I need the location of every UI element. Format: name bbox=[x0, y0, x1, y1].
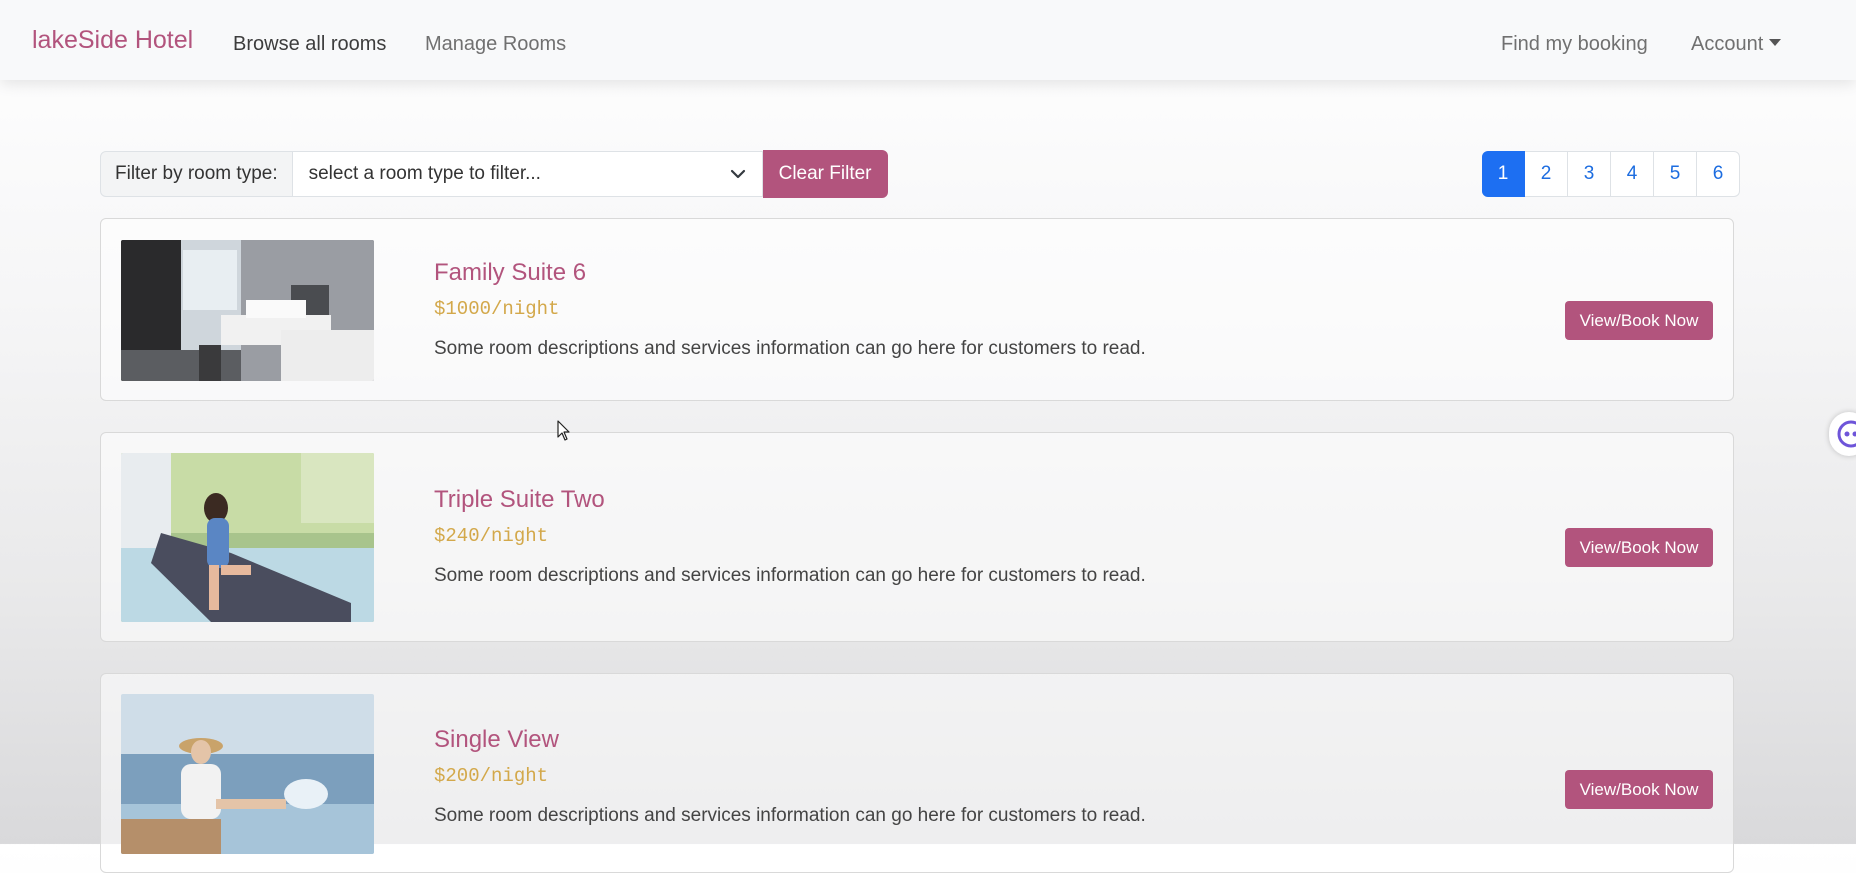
chevron-down-icon bbox=[730, 169, 746, 179]
brand-logo[interactable]: lakeSide Hotel bbox=[32, 26, 193, 55]
page-1-button[interactable]: 1 bbox=[1482, 151, 1525, 197]
room-photo bbox=[121, 240, 374, 381]
nav-manage-rooms[interactable]: Manage Rooms bbox=[425, 33, 566, 56]
room-title[interactable]: Family Suite 6 bbox=[434, 259, 586, 287]
room-description: Some room descriptions and services info… bbox=[434, 805, 1146, 827]
filter-label: Filter by room type: bbox=[100, 151, 293, 197]
room-type-select-value: select a room type to filter... bbox=[309, 163, 541, 185]
chat-widget-icon[interactable] bbox=[1829, 412, 1856, 456]
nav-find-booking[interactable]: Find my booking bbox=[1501, 33, 1648, 56]
nav-account-dropdown[interactable]: Account bbox=[1691, 33, 1781, 56]
pagination: 1 2 3 4 5 6 bbox=[1482, 151, 1740, 197]
room-card: Triple Suite Two $240/night Some room de… bbox=[100, 432, 1734, 642]
room-price: $240/night bbox=[434, 525, 548, 547]
room-type-select[interactable]: select a room type to filter... bbox=[293, 151, 763, 197]
room-price: $1000/night bbox=[434, 298, 559, 320]
page-6-button[interactable]: 6 bbox=[1697, 151, 1740, 197]
page-3-button[interactable]: 3 bbox=[1568, 151, 1611, 197]
view-book-button[interactable]: View/Book Now bbox=[1565, 528, 1713, 567]
room-title[interactable]: Triple Suite Two bbox=[434, 486, 605, 514]
room-description: Some room descriptions and services info… bbox=[434, 565, 1146, 587]
account-label: Account bbox=[1691, 33, 1763, 55]
page-2-button[interactable]: 2 bbox=[1525, 151, 1568, 197]
view-book-button[interactable]: View/Book Now bbox=[1565, 770, 1713, 809]
room-card: Single View $200/night Some room descrip… bbox=[100, 673, 1734, 873]
top-navbar: lakeSide Hotel Browse all rooms Manage R… bbox=[0, 0, 1856, 80]
room-filter-group: Filter by room type: select a room type … bbox=[100, 151, 888, 197]
room-photo bbox=[121, 453, 374, 622]
mouse-cursor-icon bbox=[557, 420, 571, 447]
view-book-button[interactable]: View/Book Now bbox=[1565, 301, 1713, 340]
page-4-button[interactable]: 4 bbox=[1611, 151, 1654, 197]
nav-browse-rooms[interactable]: Browse all rooms bbox=[233, 33, 386, 56]
room-title[interactable]: Single View bbox=[434, 726, 559, 754]
clear-filter-button[interactable]: Clear Filter bbox=[763, 150, 888, 198]
caret-down-icon bbox=[1769, 39, 1781, 46]
room-price: $200/night bbox=[434, 765, 548, 787]
page-5-button[interactable]: 5 bbox=[1654, 151, 1697, 197]
room-photo bbox=[121, 694, 374, 854]
room-description: Some room descriptions and services info… bbox=[434, 338, 1146, 360]
room-card: Family Suite 6 $1000/night Some room des… bbox=[100, 218, 1734, 401]
